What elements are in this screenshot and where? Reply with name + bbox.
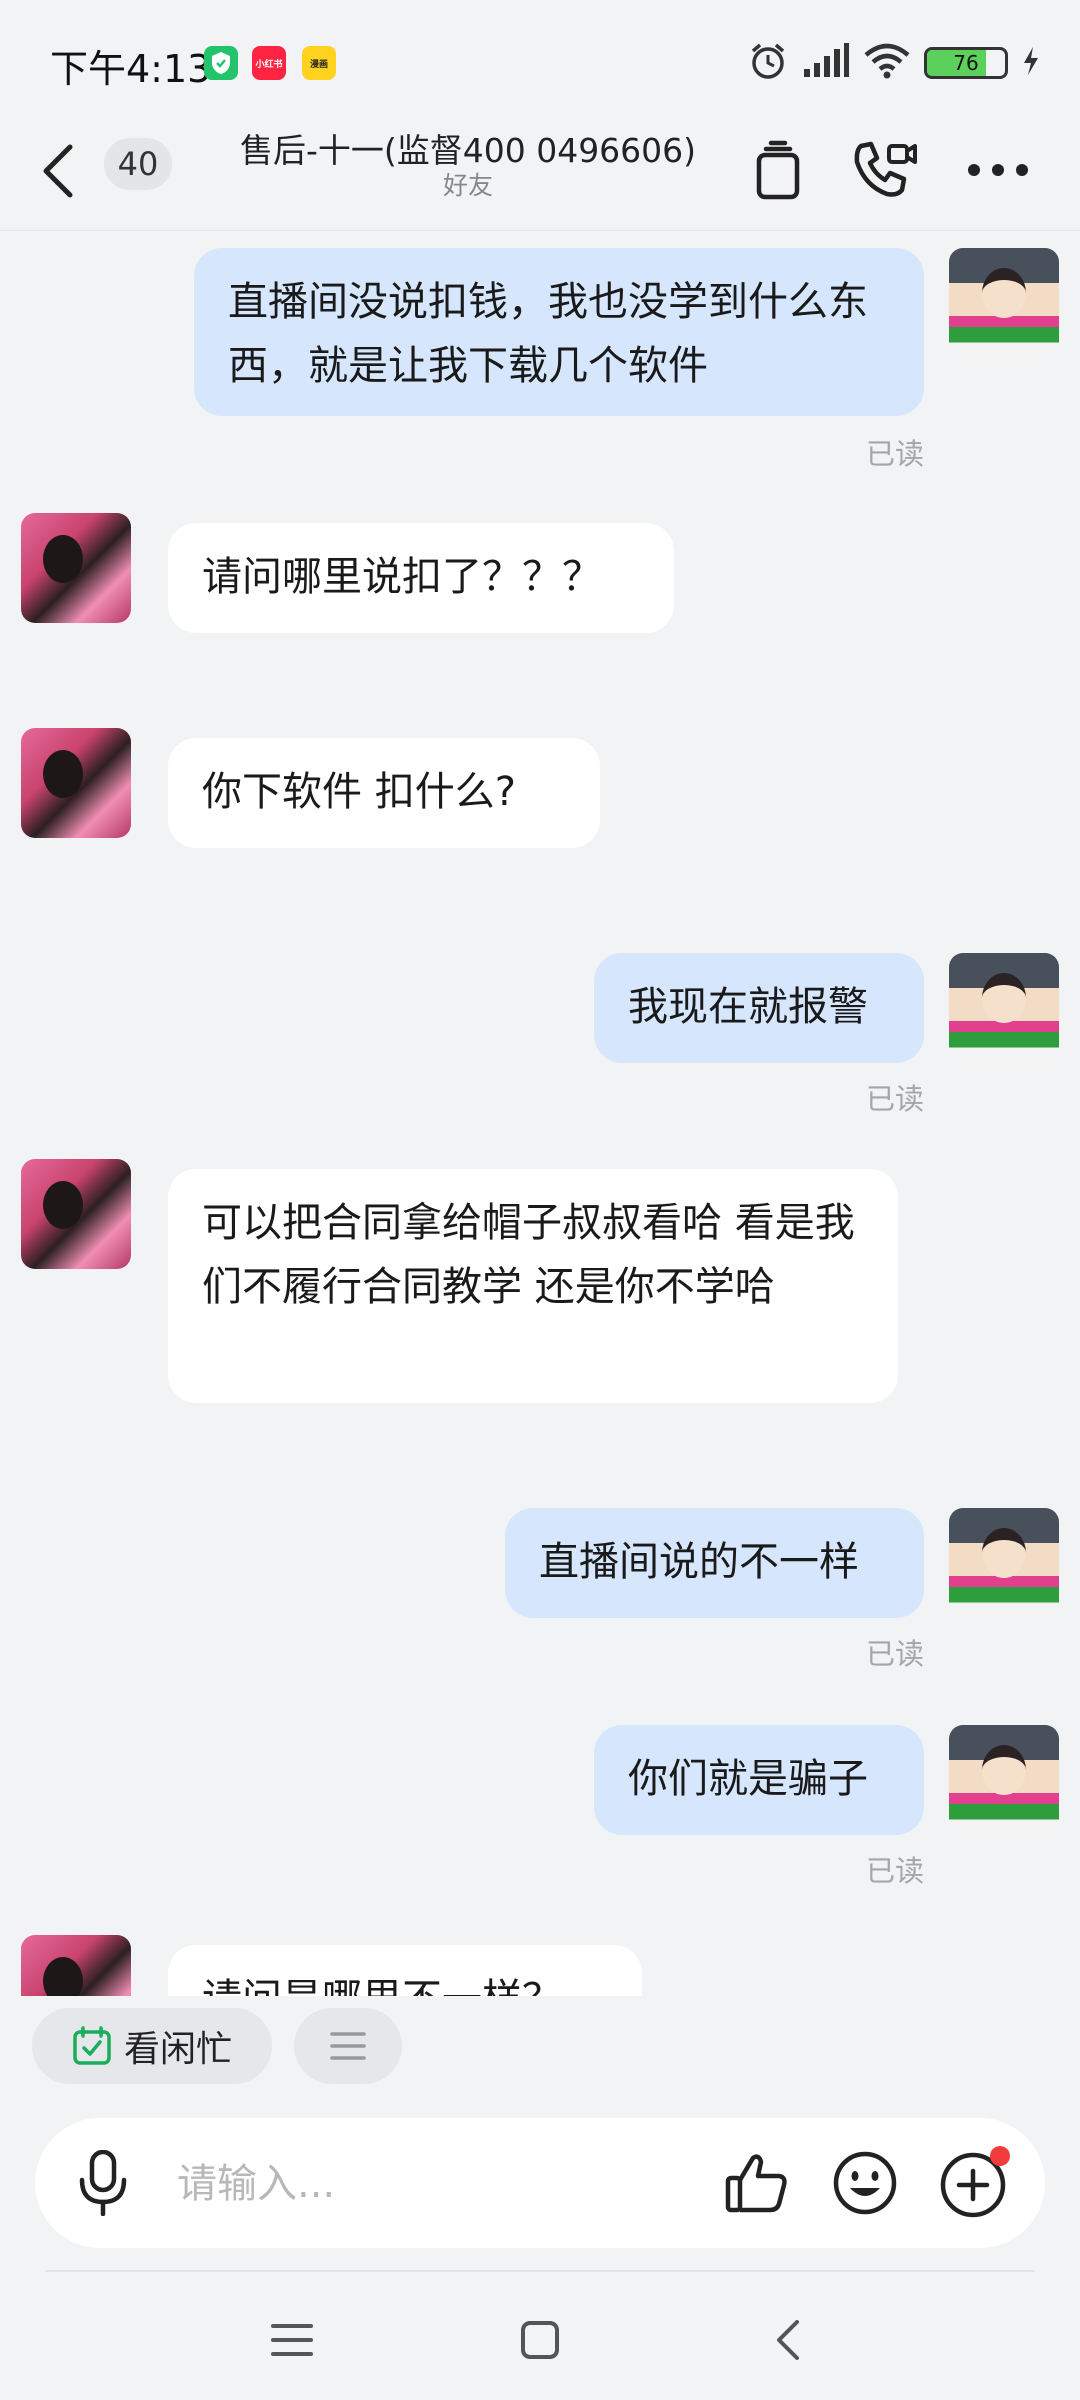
contact-avatar[interactable] <box>21 728 131 838</box>
notification-dot <box>990 2146 1010 2166</box>
status-indicators: 76 <box>748 40 1040 86</box>
status-bar: 下午4:13 小红书 漫画 76 <box>0 0 1080 120</box>
thumbs-up-icon <box>725 2154 787 2213</box>
emoji-icon <box>833 2151 897 2215</box>
message-bubble-me[interactable]: 我现在就报警 <box>594 953 924 1063</box>
chat-subtitle: 好友 <box>442 171 493 200</box>
message-bubble-me[interactable]: 直播间说的不一样 <box>505 1508 924 1618</box>
read-status: 已读 <box>865 1082 924 1116</box>
message-bubble-other[interactable]: 可以把合同拿给帽子叔叔看哈 看是我们不履行合同教学 还是你不学哈 <box>168 1169 898 1403</box>
chat-header: 40 售后-十一(监督400 0496606) 好友 <box>0 120 1080 231</box>
shield-app-icon <box>204 46 238 80</box>
unread-count-badge[interactable]: 40 <box>104 138 172 190</box>
my-avatar[interactable] <box>949 953 1059 1063</box>
status-time: 下午4:13 <box>50 47 212 91</box>
more-actions-button[interactable] <box>935 2143 1015 2223</box>
microphone-icon <box>79 2150 127 2216</box>
call-button[interactable] <box>846 130 926 210</box>
clipboard-button[interactable] <box>738 130 818 210</box>
signal-icon <box>802 43 850 83</box>
back-button[interactable] <box>40 126 90 216</box>
message-bubble-other[interactable]: 请问是哪里不一样？ <box>168 1945 642 1996</box>
availability-label: 看闲忙 <box>123 2029 232 2070</box>
alarm-icon <box>748 41 788 85</box>
read-status: 已读 <box>865 1637 924 1671</box>
clipboard-icon <box>756 140 800 200</box>
availability-chip[interactable]: 看闲忙 <box>32 2008 272 2084</box>
read-status: 已读 <box>865 437 924 471</box>
charging-icon <box>1022 46 1040 80</box>
manga-app-icon: 漫画 <box>302 46 336 80</box>
battery-percent: 76 <box>953 51 979 75</box>
my-avatar[interactable] <box>949 1508 1059 1618</box>
call-video-icon <box>854 141 917 197</box>
read-status: 已读 <box>865 1854 924 1888</box>
nav-back-button[interactable] <box>748 2300 828 2380</box>
message-bubble-other[interactable]: 你下软件 扣什么? <box>168 738 600 848</box>
message-input[interactable] <box>175 2151 719 2217</box>
nav-menu-button[interactable] <box>252 2300 332 2380</box>
battery-icon: 76 <box>924 47 1008 79</box>
divider <box>45 2270 1035 2272</box>
menu-icon <box>330 2032 366 2060</box>
contact-avatar[interactable] <box>21 1159 131 1269</box>
nav-back-icon <box>777 2320 799 2360</box>
voice-button[interactable] <box>63 2143 143 2223</box>
like-button[interactable] <box>717 2143 797 2223</box>
contact-avatar[interactable] <box>21 1935 131 1996</box>
quick-menu-button[interactable] <box>294 2008 402 2084</box>
calendar-check-icon <box>73 2026 111 2065</box>
plus-icon <box>940 2146 1010 2218</box>
back-icon <box>43 144 73 198</box>
my-avatar[interactable] <box>949 248 1059 358</box>
home-icon <box>521 2321 559 2359</box>
input-bar <box>35 2118 1045 2248</box>
message-bubble-me[interactable]: 你们就是骗子 <box>594 1725 924 1835</box>
more-button[interactable] <box>958 130 1038 210</box>
nav-home-button[interactable] <box>500 2300 580 2380</box>
recent-apps-icon <box>271 2324 313 2356</box>
message-list[interactable]: 直播间没说扣钱，我也没学到什么东西，就是让我下载几个软件 已读 请问哪里说扣了？… <box>0 231 1080 1996</box>
wifi-icon <box>864 43 910 83</box>
my-avatar[interactable] <box>949 1725 1059 1835</box>
contact-avatar[interactable] <box>21 513 131 623</box>
more-icon <box>968 164 1028 176</box>
message-bubble-other[interactable]: 请问哪里说扣了？？？ <box>168 523 674 633</box>
emoji-button[interactable] <box>825 2143 905 2223</box>
chat-title[interactable]: 售后-十一(监督400 0496606) <box>200 124 736 172</box>
message-bubble-me[interactable]: 直播间没说扣钱，我也没学到什么东西，就是让我下载几个软件 <box>194 248 924 416</box>
quick-actions-bar: 看闲忙 <box>0 1996 1080 2094</box>
xiaohongshu-app-icon: 小红书 <box>252 46 286 80</box>
